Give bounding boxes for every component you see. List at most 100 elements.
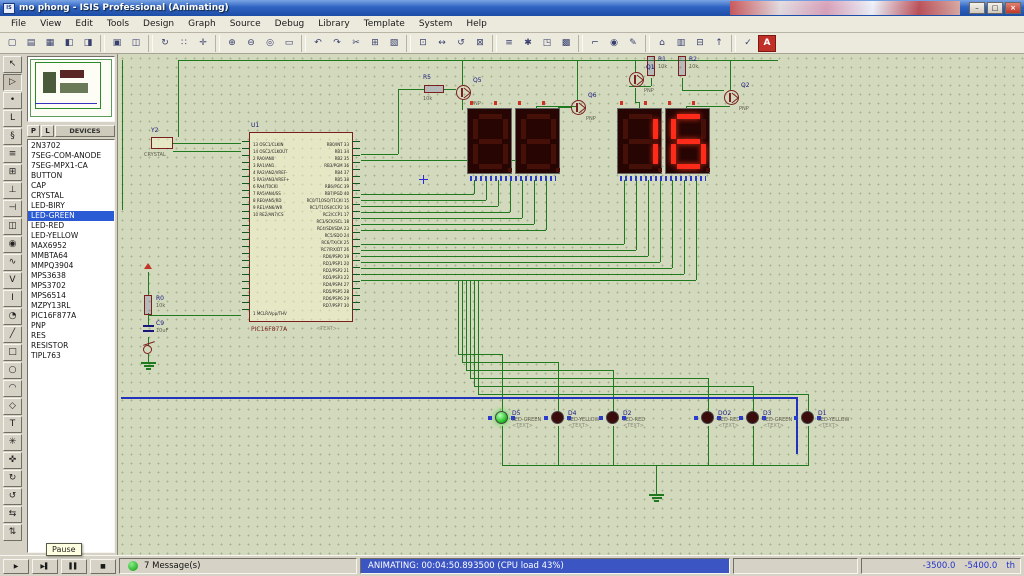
junction-dot-mode-icon[interactable]: • (3, 92, 22, 109)
design-explorer-icon[interactable]: ⌂ (653, 35, 671, 52)
overview-window[interactable] (27, 56, 115, 122)
power-terminal-icon[interactable] (144, 263, 152, 269)
virtual-instruments-mode-icon[interactable]: ◔ (3, 308, 22, 325)
zoom-all-icon[interactable]: ◎ (261, 35, 279, 52)
device-item[interactable]: RES (28, 331, 114, 341)
box-2d-icon[interactable]: □ (3, 344, 22, 361)
electrical-rule-check-icon[interactable]: ✓ (739, 35, 757, 52)
device-item[interactable]: MPS6514 (28, 291, 114, 301)
arc-2d-icon[interactable]: ◠ (3, 380, 22, 397)
device-item[interactable]: PNP (28, 321, 114, 331)
device-item[interactable]: MMPQ3904 (28, 261, 114, 271)
selection-mode-icon[interactable]: ↖ (3, 56, 22, 73)
pick-device-icon[interactable]: ≡ (500, 35, 518, 52)
y-mirror-icon[interactable]: ⇅ (3, 524, 22, 541)
pause-button[interactable]: ▌▌ (61, 559, 87, 574)
component-mode-icon[interactable]: ▷ (3, 74, 22, 91)
minimize-button[interactable]: – (969, 2, 985, 14)
menu-file[interactable]: File (4, 17, 33, 31)
resistor-r2[interactable] (678, 56, 686, 76)
new-sheet-icon[interactable]: ▥ (672, 35, 690, 52)
text-script-mode-icon[interactable]: § (3, 128, 22, 145)
menu-tools[interactable]: Tools (100, 17, 136, 31)
transistor-q6[interactable]: Q6 PNP (571, 100, 586, 115)
open-design-icon[interactable]: ▤ (22, 35, 40, 52)
print-icon[interactable]: ▣ (108, 35, 126, 52)
toggle-grid-icon[interactable]: ∷ (175, 35, 193, 52)
devices-list[interactable]: 2N37027SEG-COM-ANODE7SEG-MPX1-CABUTTONCA… (27, 139, 115, 553)
menu-view[interactable]: View (33, 17, 68, 31)
path-2d-icon[interactable]: ◇ (3, 398, 22, 415)
menu-design[interactable]: Design (136, 17, 181, 31)
separator[interactable] (731, 35, 736, 52)
voltage-probe-mode-icon[interactable]: V (3, 272, 22, 289)
device-item[interactable]: MPS3638 (28, 271, 114, 281)
block-delete-icon[interactable]: ⊠ (471, 35, 489, 52)
separator[interactable] (215, 35, 220, 52)
separator[interactable] (301, 35, 306, 52)
menu-help[interactable]: Help (459, 17, 494, 31)
transistor-q5[interactable]: Q5 PNP (456, 85, 471, 100)
resistor-r5[interactable] (424, 85, 444, 93)
wire-autorouter-icon[interactable]: ⌐ (586, 35, 604, 52)
device-item[interactable]: 7SEG-COM-ANODE (28, 151, 114, 161)
undo-icon[interactable]: ↶ (309, 35, 327, 52)
device-item[interactable]: 2N3702 (28, 141, 114, 151)
device-item[interactable]: RESISTOR (28, 341, 114, 351)
separator[interactable] (100, 35, 105, 52)
play-button[interactable]: ▶ (3, 559, 29, 574)
close-button[interactable]: × (1005, 2, 1021, 14)
tape-recorder-mode-icon[interactable]: ◉ (3, 236, 22, 253)
menu-debug[interactable]: Debug (268, 17, 312, 31)
pick-devices-button[interactable]: P (27, 125, 40, 137)
decompose-icon[interactable]: ▩ (557, 35, 575, 52)
circle-2d-icon[interactable]: ○ (3, 362, 22, 379)
device-item[interactable]: MZPY13RL (28, 301, 114, 311)
mark-output-area-icon[interactable]: ◫ (127, 35, 145, 52)
new-design-icon[interactable]: ▢ (3, 35, 21, 52)
separator[interactable] (645, 35, 650, 52)
device-item[interactable]: CRYSTAL (28, 191, 114, 201)
netlist-to-ares-icon[interactable]: A (758, 35, 776, 52)
copy-icon[interactable]: ⊞ (366, 35, 384, 52)
block-copy-icon[interactable]: ⊡ (414, 35, 432, 52)
export-section-icon[interactable]: ◨ (79, 35, 97, 52)
separator[interactable] (406, 35, 411, 52)
seven-seg-display-4[interactable] (665, 108, 710, 174)
device-item[interactable]: TIPL763 (28, 351, 114, 361)
generator-mode-icon[interactable]: ∿ (3, 254, 22, 271)
menu-source[interactable]: Source (223, 17, 268, 31)
menu-library[interactable]: Library (311, 17, 356, 31)
device-item[interactable]: LED-GREEN (28, 211, 114, 221)
zoom-area-icon[interactable]: ▭ (280, 35, 298, 52)
schematic-canvas[interactable]: U1 13 OSC1/CLKIN 14 OSC2/CLKOUT 2 RA0/AN… (117, 54, 1024, 555)
separator[interactable] (492, 35, 497, 52)
zoom-out-icon[interactable]: ⊖ (242, 35, 260, 52)
message-panel[interactable]: 7 Message(s) (119, 558, 357, 574)
property-assignment-icon[interactable]: ✎ (624, 35, 642, 52)
symbols-2d-icon[interactable]: ✳ (3, 434, 22, 451)
seven-seg-display-3[interactable] (617, 108, 662, 174)
device-item[interactable]: PIC16F877A (28, 311, 114, 321)
device-item[interactable]: BUTTON (28, 171, 114, 181)
menu-graph[interactable]: Graph (181, 17, 223, 31)
packaging-tool-icon[interactable]: ◳ (538, 35, 556, 52)
library-manager-button[interactable]: L (41, 125, 54, 137)
import-section-icon[interactable]: ◧ (60, 35, 78, 52)
seven-seg-display-1[interactable] (467, 108, 512, 174)
device-item[interactable]: MMBTA64 (28, 251, 114, 261)
text-2d-icon[interactable]: T (3, 416, 22, 433)
step-button[interactable]: ▶▌ (32, 559, 58, 574)
current-probe-mode-icon[interactable]: I (3, 290, 22, 307)
save-design-icon[interactable]: ▦ (41, 35, 59, 52)
paste-icon[interactable]: ▧ (385, 35, 403, 52)
device-item[interactable]: CAP (28, 181, 114, 191)
rotate-ccw-icon[interactable]: ↺ (3, 488, 22, 505)
menu-edit[interactable]: Edit (68, 17, 99, 31)
block-move-icon[interactable]: ↔ (433, 35, 451, 52)
subcircuit-mode-icon[interactable]: ⊞ (3, 164, 22, 181)
wire-label-mode-icon[interactable]: L (3, 110, 22, 127)
transistor-q2[interactable]: Q2 PNP (724, 90, 739, 105)
make-device-icon[interactable]: ✱ (519, 35, 537, 52)
x-mirror-icon[interactable]: ⇆ (3, 506, 22, 523)
